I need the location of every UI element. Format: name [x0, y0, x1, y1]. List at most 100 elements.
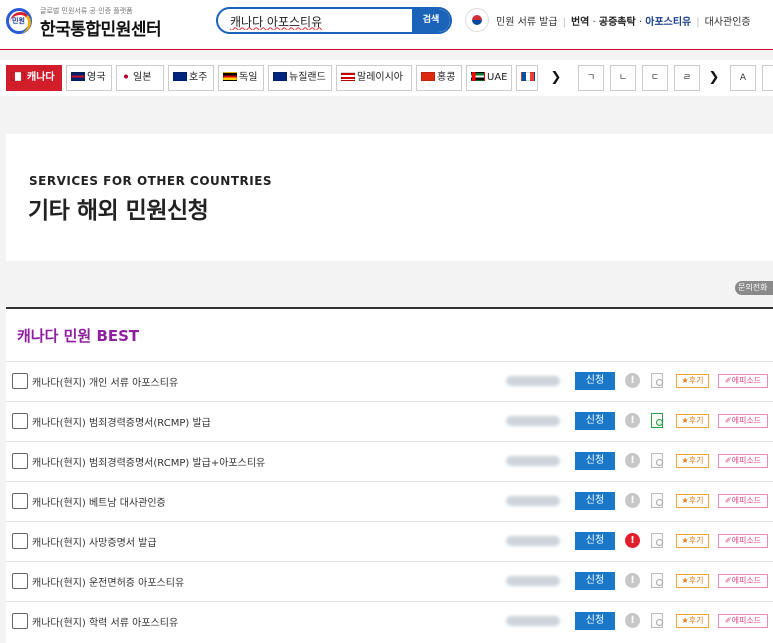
tab-canada[interactable]: 캐나다 — [6, 65, 62, 91]
index-key-overflow[interactable] — [762, 65, 773, 91]
apply-button[interactable]: 신청 — [575, 572, 615, 590]
nav-translation[interactable]: 번역 — [571, 17, 589, 28]
tab-australia[interactable]: 호주 — [168, 65, 214, 91]
nav-embassy[interactable]: 대사관인증 — [705, 17, 751, 28]
top-nav: 민원 서류 발급 | 번역 · 공증촉탁 · 아포스티유 | 대사관인증 — [496, 17, 751, 28]
episode-button[interactable]: ✐에피소드 — [718, 454, 768, 468]
service-checkbox[interactable] — [12, 533, 28, 549]
index-key-nieun[interactable]: ㄴ — [610, 65, 636, 91]
section-title: 캐나다 민원 BEST — [17, 327, 140, 345]
service-name[interactable]: 캐나다(현지) 베트남 대사관인증 — [32, 494, 166, 509]
episode-button[interactable]: ✐에피소드 — [718, 534, 768, 548]
nav-apostille[interactable]: 아포스티유 — [645, 17, 691, 28]
tab-france[interactable] — [516, 65, 538, 91]
search-box: 검색 — [216, 7, 452, 34]
price-blurred — [506, 536, 560, 546]
episode-button[interactable]: ✐에피소드 — [718, 614, 768, 628]
service-checkbox[interactable] — [12, 573, 28, 589]
service-checkbox[interactable] — [12, 413, 28, 429]
tab-malaysia[interactable]: 말레이시아 — [336, 65, 412, 91]
service-name[interactable]: 캐나다(현지) 사망증명서 발급 — [32, 534, 157, 549]
document-preview-icon[interactable] — [651, 613, 663, 628]
document-preview-icon[interactable] — [651, 453, 663, 468]
tab-hong-kong[interactable]: 홍콩 — [416, 65, 462, 91]
service-row: 캐나다(현지) 운전면허증 아포스티유 신청! ★후기 ✐에피소드 — [6, 561, 773, 601]
site-logo[interactable]: 민원 글로벌 민원서류 공·인증 플랫폼 한국통합민원센터 — [6, 6, 166, 42]
uae-flag-icon — [471, 72, 485, 81]
episode-button[interactable]: ✐에피소드 — [718, 494, 768, 508]
apply-button[interactable]: 신청 — [575, 412, 615, 430]
france-flag-icon — [521, 72, 535, 81]
review-button[interactable]: ★후기 — [676, 614, 709, 628]
top-header: 민원 글로벌 민원서류 공·인증 플랫폼 한국통합민원센터 검색 민원 서류 발… — [0, 0, 773, 50]
germany-flag-icon — [223, 72, 237, 81]
service-checkbox[interactable] — [12, 493, 28, 509]
price-blurred — [506, 576, 560, 586]
review-button[interactable]: ★후기 — [676, 454, 709, 468]
price-blurred — [506, 616, 560, 626]
nav-notary[interactable]: 공증촉탁 — [599, 17, 636, 28]
alert-icon[interactable]: ! — [625, 533, 640, 548]
japan-flag-icon — [121, 72, 131, 81]
inquiry-phone-badge[interactable]: 문의전화 — [735, 281, 773, 295]
apply-button[interactable]: 신청 — [575, 492, 615, 510]
info-icon[interactable]: ! — [625, 573, 640, 588]
index-key-giyeok[interactable]: ㄱ — [578, 65, 604, 91]
episode-button[interactable]: ✐에피소드 — [718, 574, 768, 588]
review-button[interactable]: ★후기 — [676, 534, 709, 548]
service-name[interactable]: 캐나다(현지) 운전면허증 아포스티유 — [32, 574, 184, 589]
nav-document-issuance[interactable]: 민원 서류 발급 — [496, 17, 558, 28]
episode-button[interactable]: ✐에피소드 — [718, 374, 768, 388]
document-preview-icon[interactable] — [651, 533, 663, 548]
apply-button[interactable]: 신청 — [575, 532, 615, 550]
service-row: 캐나다(현지) 개인 서류 아포스티유 신청! ★후기 ✐에피소드 — [6, 361, 773, 401]
apply-button[interactable]: 신청 — [575, 612, 615, 630]
logo-badge-icon: 민원 — [6, 8, 32, 34]
malaysia-flag-icon — [341, 72, 355, 81]
logo-title: 한국통합민원센터 — [40, 20, 162, 40]
search-button[interactable]: 검색 — [412, 9, 450, 32]
info-icon[interactable]: ! — [625, 493, 640, 508]
info-icon[interactable]: ! — [625, 373, 640, 388]
price-blurred — [506, 496, 560, 506]
tab-germany[interactable]: 독일 — [218, 65, 264, 91]
info-icon[interactable]: ! — [625, 413, 640, 428]
country-next-arrow-icon[interactable]: ❯ — [546, 65, 566, 91]
tab-uk[interactable]: 영국 — [66, 65, 112, 91]
info-icon[interactable]: ! — [625, 453, 640, 468]
service-checkbox[interactable] — [12, 613, 28, 629]
index-next-arrow-icon[interactable]: ❯ — [704, 65, 724, 91]
document-preview-icon[interactable] — [651, 573, 663, 588]
service-row: 캐나다(현지) 범죄경력증명서(RCMP) 발급+아포스티유 신청! ★후기 ✐에피소… — [6, 441, 773, 481]
review-button[interactable]: ★후기 — [676, 414, 709, 428]
service-name[interactable]: 캐나다(현지) 범죄경력증명서(RCMP) 발급+아포스티유 — [32, 454, 265, 469]
australia-flag-icon — [173, 72, 187, 81]
index-key-a[interactable]: A — [730, 65, 756, 91]
tab-uae[interactable]: UAE — [466, 65, 512, 91]
document-preview-icon[interactable] — [651, 493, 663, 508]
tab-new-zealand[interactable]: 뉴질랜드 — [268, 65, 332, 91]
service-name[interactable]: 캐나다(현지) 범죄경력증명서(RCMP) 발급 — [32, 414, 211, 429]
tab-japan[interactable]: 일본 — [116, 65, 164, 91]
hong-kong-flag-icon — [421, 72, 435, 81]
review-button[interactable]: ★후기 — [676, 374, 709, 388]
service-checkbox[interactable] — [12, 373, 28, 389]
service-name[interactable]: 캐나다(현지) 개인 서류 아포스티유 — [32, 374, 178, 389]
info-icon[interactable]: ! — [625, 613, 640, 628]
best-services-panel: 캐나다 민원 BEST 캐나다(현지) 개인 서류 아포스티유 신청! ★후기 ✐에피… — [6, 307, 773, 643]
search-input[interactable] — [230, 11, 410, 31]
apply-button[interactable]: 신청 — [575, 372, 615, 390]
price-blurred — [506, 376, 560, 386]
hero-subtitle: SERVICES FOR OTHER COUNTRIES — [29, 174, 273, 188]
document-preview-icon[interactable] — [651, 413, 663, 428]
apply-button[interactable]: 신청 — [575, 452, 615, 470]
episode-button[interactable]: ✐에피소드 — [718, 414, 768, 428]
index-key-digeut[interactable]: ㄷ — [642, 65, 668, 91]
service-name[interactable]: 캐나다(현지) 학력 서류 아포스티유 — [32, 614, 178, 629]
service-checkbox[interactable] — [12, 453, 28, 469]
price-blurred — [506, 416, 560, 426]
review-button[interactable]: ★후기 — [676, 494, 709, 508]
index-key-rieul[interactable]: ㄹ — [674, 65, 700, 91]
document-preview-icon[interactable] — [651, 373, 663, 388]
review-button[interactable]: ★후기 — [676, 574, 709, 588]
